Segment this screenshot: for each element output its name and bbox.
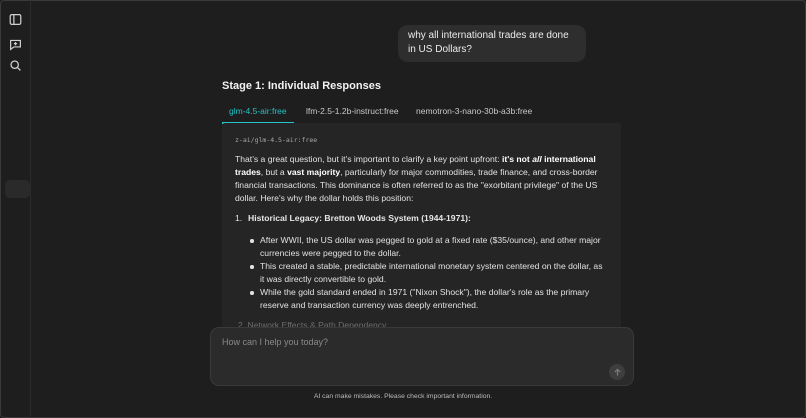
sidebar-toggle-button[interactable]	[7, 11, 23, 27]
bullet-item: This created a stable, predictable inter…	[248, 260, 606, 286]
send-arrow-icon	[613, 367, 622, 377]
intro-text-1: That's a great question, but it's import…	[235, 154, 502, 164]
intro-italic: all	[532, 154, 542, 164]
sidebar	[0, 0, 31, 418]
bullet-item: While the gold standard ended in 1971 ("…	[248, 286, 606, 312]
send-button[interactable]	[609, 364, 625, 380]
sidebar-panel-icon	[9, 13, 22, 26]
model-tabs: glm-4.5-air:free lfm-2.5-1.2b-instruct:f…	[222, 103, 621, 124]
response-intro: That's a great question, but it's import…	[235, 153, 607, 205]
tab-glm-4-5-air[interactable]: glm-4.5-air:free	[222, 103, 294, 124]
intro-text-2: , but a	[260, 167, 288, 177]
response-panel: z-ai/glm-4.5-air:free That's a great que…	[222, 123, 621, 328]
list-item-number: 1.	[235, 213, 243, 223]
list-item-title: Historical Legacy: Bretton Woods System …	[248, 213, 471, 223]
disclaimer-text: AI can make mistakes. Please check impor…	[313, 393, 493, 400]
user-message-bubble: why all international trades are done in…	[398, 25, 586, 62]
sidebar-chat-item[interactable]	[5, 180, 30, 198]
bullet-list: After WWII, the US dollar was pegged to …	[248, 234, 606, 312]
tab-nemotron-3-nano[interactable]: nemotron-3-nano-30b-a3b:free	[416, 103, 532, 122]
chat-composer	[210, 327, 634, 386]
response-model-id: z-ai/glm-4.5-air:free	[235, 136, 318, 144]
search-button[interactable]	[7, 57, 23, 73]
bullet-item: After WWII, the US dollar was pegged to …	[248, 234, 606, 260]
new-chat-icon	[9, 38, 22, 51]
list-item-heading: 1. Historical Legacy: Bretton Woods Syste…	[235, 212, 607, 225]
new-chat-button[interactable]	[7, 36, 23, 52]
tab-lfm-2-5[interactable]: lfm-2.5-1.2b-instruct:free	[306, 103, 399, 122]
chat-input[interactable]	[220, 334, 584, 350]
stage-title: Stage 1: Individual Responses	[222, 80, 381, 92]
intro-bold-2: vast majority	[287, 167, 341, 177]
search-icon	[9, 59, 22, 72]
user-message-text: why all international trades are done in…	[408, 30, 569, 55]
